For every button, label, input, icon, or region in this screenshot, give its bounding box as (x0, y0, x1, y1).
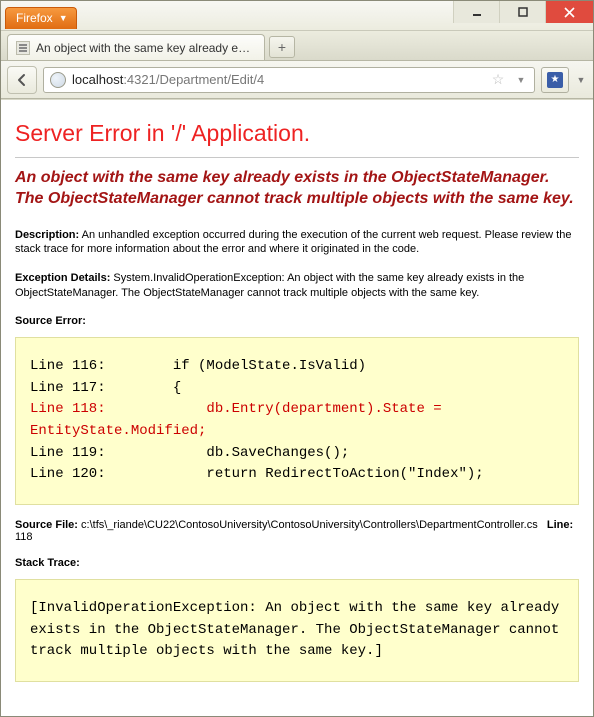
page-favicon (16, 41, 30, 55)
browser-window: Firefox ▼ An object with the same key al… (0, 0, 594, 717)
tab-title: An object with the same key already exis… (36, 41, 256, 55)
firefox-menu-label: Firefox (16, 11, 53, 25)
chevron-down-icon: ▼ (59, 13, 68, 23)
stack-trace-box: [InvalidOperationException: An object wi… (15, 579, 579, 682)
url-host: localhost (72, 72, 123, 87)
source-file-path: c:\tfs\_riande\CU22\ContosoUniversity\Co… (78, 519, 538, 531)
globe-icon (50, 72, 66, 88)
maximize-icon (518, 7, 528, 17)
source-error-box: Line 116: if (ModelState.IsValid) Line 1… (15, 337, 579, 505)
browser-tab[interactable]: An object with the same key already exis… (7, 34, 265, 60)
error-subtitle: An object with the same key already exis… (15, 168, 579, 210)
bookmarks-icon: ★ (547, 72, 563, 88)
bookmarks-dropdown-icon[interactable]: ▼ (575, 75, 587, 85)
source-file-label: Source File: (15, 519, 78, 531)
bookmarks-button[interactable]: ★ (541, 67, 569, 93)
line-number: 118 (15, 531, 33, 543)
minimize-button[interactable] (453, 1, 499, 23)
description-paragraph: Description: An unhandled exception occu… (15, 228, 579, 258)
source-line-116: Line 116: if (ModelState.IsValid) (30, 358, 366, 374)
minimize-icon (472, 7, 482, 17)
back-button[interactable] (7, 66, 37, 94)
window-controls (453, 1, 593, 23)
line-label: Line: (547, 519, 573, 531)
url-path: :4321/Department/Edit/4 (123, 72, 264, 87)
source-line-120: Line 120: return RedirectToAction("Index… (30, 466, 484, 482)
url-dropdown-icon[interactable]: ▼ (514, 75, 528, 85)
back-arrow-icon (15, 73, 29, 87)
close-icon (564, 7, 575, 18)
source-line-118: Line 118: db.Entry(department).State = E… (30, 401, 450, 439)
source-line-119: Line 119: db.SaveChanges(); (30, 445, 349, 461)
source-error-label: Source Error: (15, 315, 579, 327)
description-text: An unhandled exception occurred during t… (15, 229, 571, 256)
exception-paragraph: Exception Details: System.InvalidOperati… (15, 271, 579, 301)
new-tab-button[interactable]: + (269, 36, 295, 58)
maximize-button[interactable] (499, 1, 545, 23)
stack-trace-text: [InvalidOperationException: An object wi… (30, 600, 568, 659)
error-page: Server Error in '/' Application. An obje… (1, 100, 593, 710)
stack-trace-label: Stack Trace: (15, 557, 579, 569)
nav-toolbar: localhost:4321/Department/Edit/4 ☆ ▼ ★ ▼ (1, 61, 593, 99)
firefox-menu-button[interactable]: Firefox ▼ (5, 7, 77, 29)
plus-icon: + (278, 40, 286, 54)
divider (15, 157, 579, 158)
url-bar[interactable]: localhost:4321/Department/Edit/4 ☆ ▼ (43, 67, 535, 93)
close-button[interactable] (545, 1, 593, 23)
bookmark-star-icon[interactable]: ☆ (488, 71, 508, 88)
titlebar: Firefox ▼ (1, 1, 593, 31)
exception-label: Exception Details: (15, 272, 110, 284)
description-label: Description: (15, 229, 79, 241)
url-text: localhost:4321/Department/Edit/4 (72, 72, 482, 87)
error-title: Server Error in '/' Application. (15, 120, 579, 147)
page-viewport: Server Error in '/' Application. An obje… (1, 99, 593, 716)
tab-strip: An object with the same key already exis… (1, 31, 593, 61)
source-line-117: Line 117: { (30, 380, 181, 396)
source-file-line: Source File: c:\tfs\_riande\CU22\Contoso… (15, 519, 579, 543)
